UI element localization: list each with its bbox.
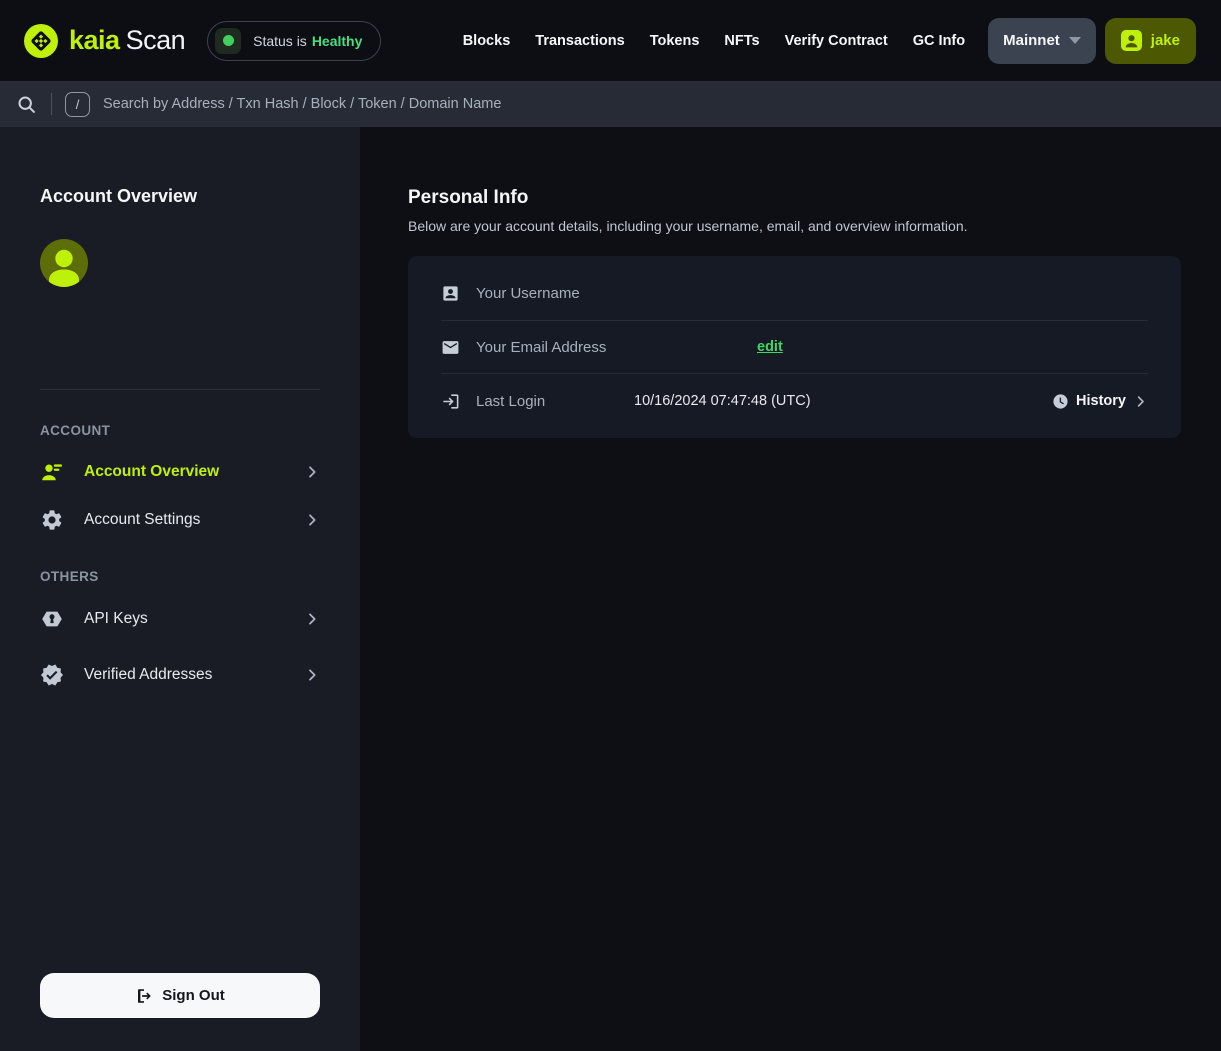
account-box-icon bbox=[441, 284, 460, 303]
chevron-right-icon bbox=[304, 512, 320, 528]
nav-transactions[interactable]: Transactions bbox=[535, 33, 624, 49]
username-row: Your Username bbox=[408, 266, 1181, 320]
email-row: Your Email Address edit bbox=[408, 321, 1181, 373]
user-avatar-icon bbox=[1120, 30, 1142, 51]
nav-nfts[interactable]: NFTs bbox=[724, 33, 759, 49]
nav-gc-info[interactable]: GC Info bbox=[913, 33, 965, 49]
nav-tokens[interactable]: Tokens bbox=[650, 33, 700, 49]
verified-badge-icon bbox=[40, 663, 64, 687]
nav-verify-contract[interactable]: Verify Contract bbox=[785, 33, 888, 49]
page-description: Below are your account details, includin… bbox=[408, 218, 968, 234]
username-label: jake bbox=[1150, 32, 1180, 49]
brand-wordmark: kaia Scan bbox=[69, 25, 186, 56]
profile-avatar[interactable] bbox=[40, 239, 320, 292]
main-content: Personal Info Below are your account det… bbox=[360, 127, 1221, 1051]
status-prefix: Status is bbox=[253, 32, 307, 49]
brand-name: kaia bbox=[69, 25, 120, 55]
edit-email-link[interactable]: edit bbox=[757, 339, 783, 355]
network-label: Mainnet bbox=[1003, 32, 1060, 49]
sidebar-item-account-settings[interactable]: Account Settings bbox=[40, 496, 320, 544]
sidebar-section-others: OTHERS bbox=[40, 569, 99, 584]
logout-icon bbox=[135, 987, 153, 1005]
chevron-right-icon bbox=[304, 611, 320, 627]
status-dot-icon bbox=[215, 27, 242, 54]
sidebar-item-label: API Keys bbox=[84, 610, 148, 627]
sidebar-item-label: Account Overview bbox=[84, 463, 220, 480]
login-history-link[interactable]: History bbox=[1052, 393, 1148, 410]
clock-icon bbox=[1052, 393, 1069, 410]
brand-logo[interactable]: kaia Scan bbox=[24, 23, 186, 58]
search-input[interactable]: Search by Address / Txn Hash / Block / T… bbox=[103, 96, 501, 112]
last-login-value: 10/16/2024 07:47:48 (UTC) bbox=[634, 393, 811, 409]
sidebar-item-account-overview[interactable]: Account Overview bbox=[40, 448, 320, 496]
sidebar-item-api-keys[interactable]: API Keys bbox=[40, 595, 320, 643]
slash-key-hint: / bbox=[65, 91, 90, 117]
key-hexagon-icon bbox=[40, 607, 64, 631]
user-account-button[interactable]: jake bbox=[1104, 17, 1196, 64]
search-icon bbox=[16, 94, 37, 115]
mail-icon bbox=[441, 338, 460, 357]
personal-info-card: Your Username Your Email Address edit La… bbox=[408, 256, 1181, 438]
top-header: kaia Scan Status is Healthy Blocks Transa… bbox=[0, 0, 1221, 81]
brand-suffix: Scan bbox=[125, 25, 186, 55]
network-selector[interactable]: Mainnet bbox=[988, 17, 1096, 64]
divider bbox=[51, 93, 52, 115]
chevron-down-icon bbox=[1068, 37, 1081, 44]
sidebar-item-label: Verified Addresses bbox=[84, 666, 213, 683]
row-label: Your Username bbox=[476, 284, 580, 302]
sidebar-title: Account Overview bbox=[40, 186, 198, 206]
status-pill[interactable]: Status is Healthy bbox=[207, 20, 382, 61]
email-value bbox=[634, 339, 757, 355]
row-label: Your Email Address bbox=[476, 338, 607, 356]
chevron-right-icon bbox=[304, 667, 320, 683]
account-sidebar: Account Overview ACCOUNT Account Overvie… bbox=[0, 127, 360, 1051]
nav-blocks[interactable]: Blocks bbox=[463, 33, 511, 49]
kaia-logo-icon bbox=[24, 23, 58, 58]
main-nav: Blocks Transactions Tokens NFTs Verify C… bbox=[463, 33, 965, 49]
chevron-right-icon bbox=[1133, 394, 1148, 409]
sidebar-section-account: ACCOUNT bbox=[40, 423, 111, 438]
sign-out-button[interactable]: Sign Out bbox=[40, 973, 320, 1018]
sidebar-item-label: Account Settings bbox=[84, 511, 201, 528]
person-lines-icon bbox=[40, 460, 64, 484]
sign-out-label: Sign Out bbox=[162, 987, 225, 1004]
status-value: Healthy bbox=[311, 32, 363, 49]
login-icon bbox=[441, 392, 460, 411]
page-title: Personal Info bbox=[408, 187, 529, 208]
row-label: Last Login bbox=[476, 392, 546, 410]
chevron-right-icon bbox=[304, 464, 320, 480]
last-login-row: Last Login 10/16/2024 07:47:48 (UTC) His… bbox=[408, 374, 1181, 428]
divider bbox=[40, 389, 320, 390]
history-label: History bbox=[1076, 393, 1126, 409]
gear-icon bbox=[40, 508, 64, 532]
global-search-bar[interactable]: / Search by Address / Txn Hash / Block /… bbox=[0, 81, 1221, 127]
sidebar-item-verified-addresses[interactable]: Verified Addresses bbox=[40, 651, 320, 699]
